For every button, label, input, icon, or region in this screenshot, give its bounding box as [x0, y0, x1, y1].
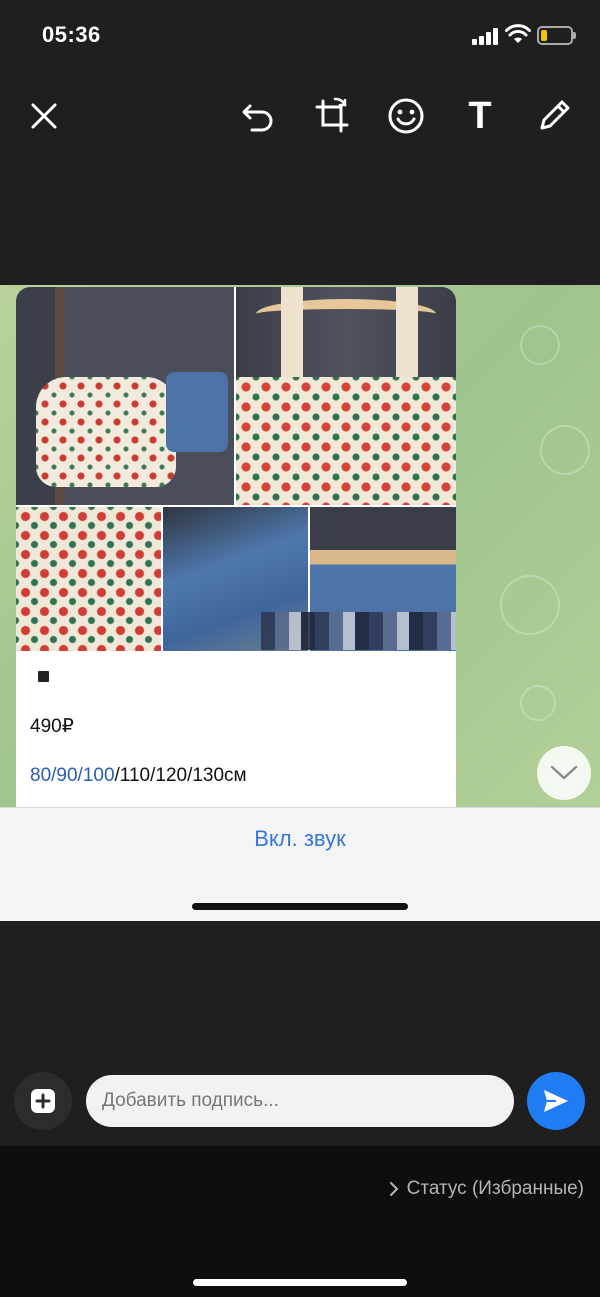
emoji-icon — [388, 98, 424, 134]
wallpaper-doodle — [500, 575, 560, 635]
pixelated-area — [261, 612, 456, 650]
product-photo[interactable] — [236, 287, 456, 505]
sizes-rest: /110/120/130см — [114, 765, 247, 786]
caption-input[interactable] — [86, 1075, 514, 1127]
text-icon: T — [468, 95, 492, 137]
editor-toolbar: T — [0, 90, 600, 146]
photo-album[interactable] — [16, 287, 456, 651]
product-photo[interactable] — [16, 507, 161, 651]
draw-button[interactable] — [530, 90, 578, 142]
wifi-icon — [505, 24, 531, 43]
sizes-text: 80/90/100/110/120/130см — [30, 765, 247, 787]
square-bullet-icon — [38, 671, 49, 682]
message-bubble: 490₽ 80/90/100/110/120/130см — [16, 287, 456, 807]
price-text: 490₽ — [30, 716, 74, 737]
scroll-down-button[interactable] — [537, 746, 591, 800]
bottom-bar: Статус (Избранные) — [0, 1146, 600, 1297]
recipient-label: Статус (Избранные) — [406, 1178, 584, 1199]
status-bar: 05:36 — [0, 0, 600, 70]
undo-button[interactable] — [234, 90, 282, 142]
add-media-button[interactable] — [14, 1072, 72, 1130]
battery-icon — [537, 26, 576, 45]
pencil-icon — [540, 100, 570, 130]
send-button[interactable] — [527, 1072, 585, 1130]
sound-toggle[interactable]: Вкл. звук — [0, 826, 600, 852]
wallpaper-doodle — [540, 425, 590, 475]
sound-bar: Вкл. звук — [0, 807, 600, 921]
wallpaper-doodle — [520, 685, 556, 721]
battery-level — [541, 30, 547, 41]
undo-icon — [242, 104, 273, 132]
plus-square-icon — [31, 1089, 55, 1113]
product-photo[interactable] — [16, 287, 234, 505]
close-button[interactable] — [20, 90, 68, 142]
chevron-down-icon — [550, 765, 578, 780]
clock-time: 05:36 — [42, 22, 101, 47]
edited-image-preview[interactable]: 490₽ 80/90/100/110/120/130см Вкл. звук — [0, 285, 600, 921]
wallpaper-doodle — [520, 325, 560, 365]
sizes-links[interactable]: 80/90/100 — [30, 765, 115, 786]
close-icon — [31, 103, 57, 129]
recipient-selector[interactable]: Статус (Избранные) — [389, 1178, 584, 1200]
home-indicator-preview — [192, 903, 408, 910]
emoji-button[interactable] — [382, 90, 430, 142]
crop-rotate-button[interactable] — [308, 90, 356, 142]
chevron-right-icon — [389, 1182, 399, 1196]
home-indicator — [193, 1279, 407, 1286]
caption-row — [0, 1068, 600, 1138]
send-icon — [544, 1090, 568, 1112]
text-tool-button[interactable]: T — [456, 90, 504, 142]
cellular-signal-icon — [472, 27, 502, 45]
crop-rotate-icon — [315, 97, 349, 133]
